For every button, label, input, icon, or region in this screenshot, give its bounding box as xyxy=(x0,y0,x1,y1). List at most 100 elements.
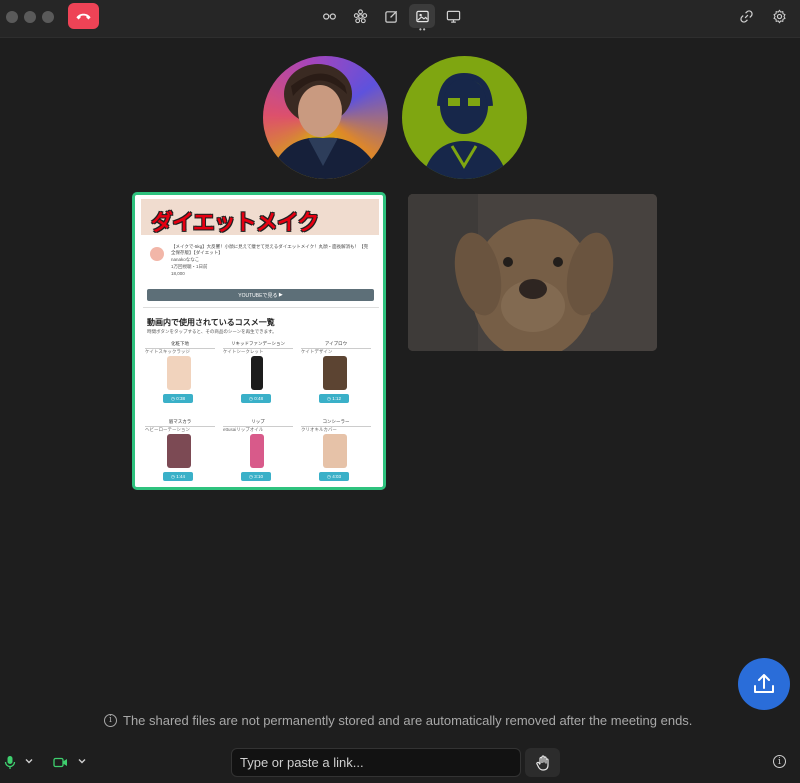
cosmetics-list-subtitle: 時間ボタンをタップすると、その商品のシーンを再生できます。 xyxy=(147,329,277,334)
channel-name: nanakoななこ xyxy=(171,257,200,262)
video-description: 【メイクで-5kg】大反響！小顔に見えて痩せて見えるダイエットメイク！丸顔・面長… xyxy=(171,244,369,255)
product-time: 1:44 xyxy=(176,474,185,479)
info-icon: i xyxy=(104,713,117,727)
whiteboard-button[interactable] xyxy=(378,4,404,28)
info-button[interactable]: i xyxy=(773,755,786,768)
window-minimize-button[interactable] xyxy=(24,11,36,23)
participant-avatar-2[interactable] xyxy=(402,56,527,179)
product-card[interactable]: コンシーラー クリオキルカバー ◷ 4:03 xyxy=(301,419,371,481)
clock-icon: ◷ xyxy=(327,473,331,479)
camera-options-button[interactable] xyxy=(77,757,87,765)
whiteboard-icon xyxy=(384,10,397,23)
video-meta: 1万回視聴・1日前 xyxy=(171,264,208,269)
play-icon: ▶ xyxy=(278,292,283,298)
product-image xyxy=(251,356,263,390)
product-name: ettusaiリップオイル xyxy=(223,427,264,432)
participant-photo-2 xyxy=(422,72,508,179)
product-card[interactable]: アイブロウ ケイトデザイン ◷ 1:12 xyxy=(301,341,371,403)
like-count: 18,000 xyxy=(171,271,185,276)
phone-hangup-icon xyxy=(76,13,91,20)
participants-icon xyxy=(322,12,336,20)
clock-icon: ◷ xyxy=(249,473,253,479)
product-name: クリオキルカバー xyxy=(301,427,337,432)
cosmetics-list-title: 動画内で使用されているコスメ一覧 xyxy=(147,318,275,327)
microphone-icon xyxy=(4,756,16,769)
chevron-down-icon xyxy=(78,759,86,764)
product-card[interactable]: 化粧下地 ケイトスキックラッジ ◷ 0:38 xyxy=(145,341,215,403)
link-input[interactable] xyxy=(231,748,521,777)
camera-icon xyxy=(53,757,67,768)
watch-on-youtube-label: YOUTUBEで見る xyxy=(238,292,278,299)
product-name: ケイトスキックラッジ xyxy=(145,349,190,354)
storage-notice-text: The shared files are not permanently sto… xyxy=(123,712,693,728)
participant-photo-1 xyxy=(263,56,388,179)
clock-icon: ◷ xyxy=(327,395,331,401)
video-banner-title: ダイエットメイク xyxy=(151,211,319,236)
upload-icon xyxy=(754,674,774,693)
window-close-button[interactable] xyxy=(6,11,18,23)
end-call-button[interactable] xyxy=(68,3,99,29)
window-toolbar: •• xyxy=(0,0,800,38)
product-name: ケイトデザイン xyxy=(301,349,333,354)
window-zoom-button[interactable] xyxy=(42,11,54,23)
bottom-bar: i xyxy=(0,740,800,783)
product-image xyxy=(250,434,264,468)
product-time: 0:48 xyxy=(254,396,263,401)
product-category: リップ xyxy=(223,419,293,427)
storage-notice: i The shared files are not permanently s… xyxy=(104,712,692,728)
product-image xyxy=(167,356,191,390)
upload-button[interactable] xyxy=(738,658,790,710)
product-time-button[interactable]: ◷ 0:38 xyxy=(163,394,193,403)
copy-link-button[interactable] xyxy=(733,4,759,28)
product-name: ヘビーローテーション xyxy=(145,427,190,432)
product-time: 4:03 xyxy=(332,474,341,479)
camera-button[interactable] xyxy=(53,757,68,768)
product-image xyxy=(323,356,347,390)
product-name: ケイトシークレット xyxy=(223,349,264,354)
chevron-down-icon xyxy=(25,759,33,764)
product-time-button[interactable]: ◷ 3:10 xyxy=(241,472,271,481)
participants-button[interactable] xyxy=(316,4,342,28)
shared-page-tile[interactable]: ダイエットメイク 【メイクで-5kg】大反響！小顔に見えて痩せて見えるダイエット… xyxy=(132,192,386,490)
puppy-photo xyxy=(408,194,657,351)
divider xyxy=(143,307,379,308)
product-category: コンシーラー xyxy=(301,419,371,427)
clock-icon: ◷ xyxy=(171,395,175,401)
video-banner: ダイエットメイク xyxy=(141,199,379,236)
product-time-button[interactable]: ◷ 0:48 xyxy=(241,394,271,403)
product-category: アイブロウ xyxy=(301,341,371,349)
microphone-button[interactable] xyxy=(4,755,16,770)
product-time-button[interactable]: ◷ 1:44 xyxy=(163,472,193,481)
screen-share-button[interactable] xyxy=(440,4,466,28)
participant-avatar-1[interactable] xyxy=(263,56,388,179)
info-icon: i xyxy=(773,755,786,768)
settings-button[interactable] xyxy=(766,4,792,28)
active-tool-indicator: •• xyxy=(419,25,427,34)
clock-icon: ◷ xyxy=(249,395,253,401)
shared-image-tile[interactable] xyxy=(408,194,657,351)
product-time-button[interactable]: ◷ 1:12 xyxy=(319,394,349,403)
reactions-icon xyxy=(353,8,367,23)
link-icon xyxy=(739,9,753,23)
channel-avatar xyxy=(150,247,164,261)
screen-share-icon xyxy=(446,10,460,23)
product-time: 0:38 xyxy=(176,396,185,401)
watch-on-youtube-button[interactable]: YOUTUBEで見る ▶ xyxy=(147,289,374,301)
product-time: 1:12 xyxy=(332,396,341,401)
product-image xyxy=(167,434,191,468)
reactions-button[interactable] xyxy=(347,4,373,28)
settings-icon xyxy=(772,9,786,23)
image-share-icon xyxy=(415,10,429,22)
product-image xyxy=(323,434,347,468)
clock-icon: ◷ xyxy=(171,473,175,479)
product-category: リキッドファンデーション xyxy=(223,341,293,349)
product-card[interactable]: 眉マスカラ ヘビーローテーション ◷ 1:44 xyxy=(145,419,215,481)
product-time-button[interactable]: ◷ 4:03 xyxy=(319,472,349,481)
product-card[interactable]: リキッドファンデーション ケイトシークレット ◷ 0:48 xyxy=(223,341,293,403)
product-category: 眉マスカラ xyxy=(145,419,215,427)
microphone-options-button[interactable] xyxy=(24,757,34,765)
product-time: 3:10 xyxy=(254,474,263,479)
raise-hand-icon xyxy=(535,754,549,771)
raise-hand-button[interactable] xyxy=(525,748,560,777)
product-card[interactable]: リップ ettusaiリップオイル ◷ 3:10 xyxy=(223,419,293,481)
